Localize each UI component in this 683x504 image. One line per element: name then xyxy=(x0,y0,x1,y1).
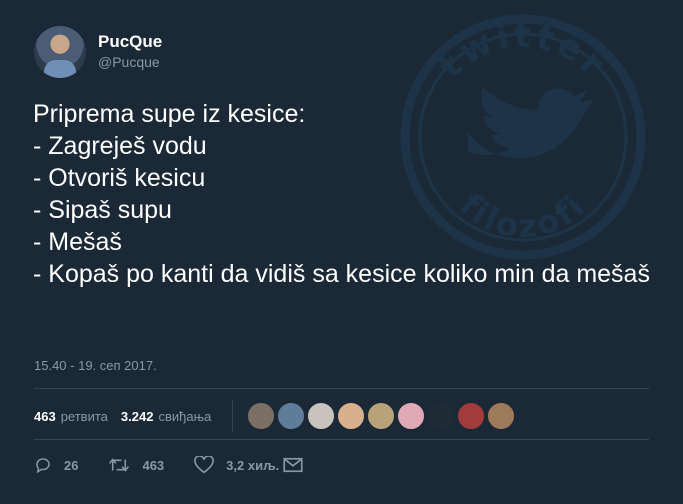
retweet-button[interactable]: 463 xyxy=(108,456,164,474)
retweet-icon xyxy=(109,458,130,472)
reply-icon xyxy=(36,458,50,474)
divider-bottom xyxy=(34,439,649,440)
retweets-label: ретвита xyxy=(60,408,108,424)
liker-avatar[interactable] xyxy=(397,402,426,430)
retweets-count: 463 xyxy=(34,408,56,424)
like-button[interactable]: 3,2 хиљ. xyxy=(194,456,279,474)
likes-stat[interactable]: 3.242 свиђања xyxy=(121,409,211,424)
retweet-count: 463 xyxy=(142,457,165,473)
envelope-icon xyxy=(283,457,303,473)
liker-avatar[interactable] xyxy=(457,402,486,430)
liker-avatar[interactable] xyxy=(487,402,516,430)
divider-top xyxy=(34,388,649,389)
reply-count: 26 xyxy=(64,457,79,473)
liker-avatar[interactable] xyxy=(367,402,396,430)
display-name[interactable]: PucQue xyxy=(98,32,162,52)
liker-avatar[interactable] xyxy=(277,402,306,430)
stats-separator xyxy=(232,400,234,432)
tweet-header: PucQue @Pucque xyxy=(34,26,162,78)
heart-icon xyxy=(194,456,214,474)
reply-button[interactable]: 26 xyxy=(34,456,78,474)
liker-avatar[interactable] xyxy=(427,402,456,430)
svg-text:twitter: twitter xyxy=(431,16,615,86)
like-count: 3,2 хиљ. xyxy=(226,457,280,473)
message-button[interactable] xyxy=(283,457,315,473)
liker-avatar[interactable] xyxy=(307,402,336,430)
liker-avatar[interactable] xyxy=(247,402,276,430)
engagement-stats: 463 ретвита 3.242 свиђања xyxy=(34,400,517,432)
retweets-stat[interactable]: 463 ретвита xyxy=(34,409,108,424)
likes-count: 3.242 xyxy=(120,408,154,424)
liker-avatar[interactable] xyxy=(337,402,366,430)
action-bar: 26 463 3,2 хиљ. xyxy=(34,456,345,474)
author-names: PucQue @Pucque xyxy=(98,32,162,72)
timestamp[interactable]: 15.40 - 19. сеп 2017. xyxy=(34,358,157,373)
tweet-text: Priprema supe iz kesice: - Zagreješ vodu… xyxy=(33,100,650,288)
avatar[interactable] xyxy=(34,26,86,78)
handle[interactable]: @Pucque xyxy=(98,52,162,72)
likes-label: свиђања xyxy=(158,408,212,424)
likers-avatars xyxy=(247,402,517,430)
